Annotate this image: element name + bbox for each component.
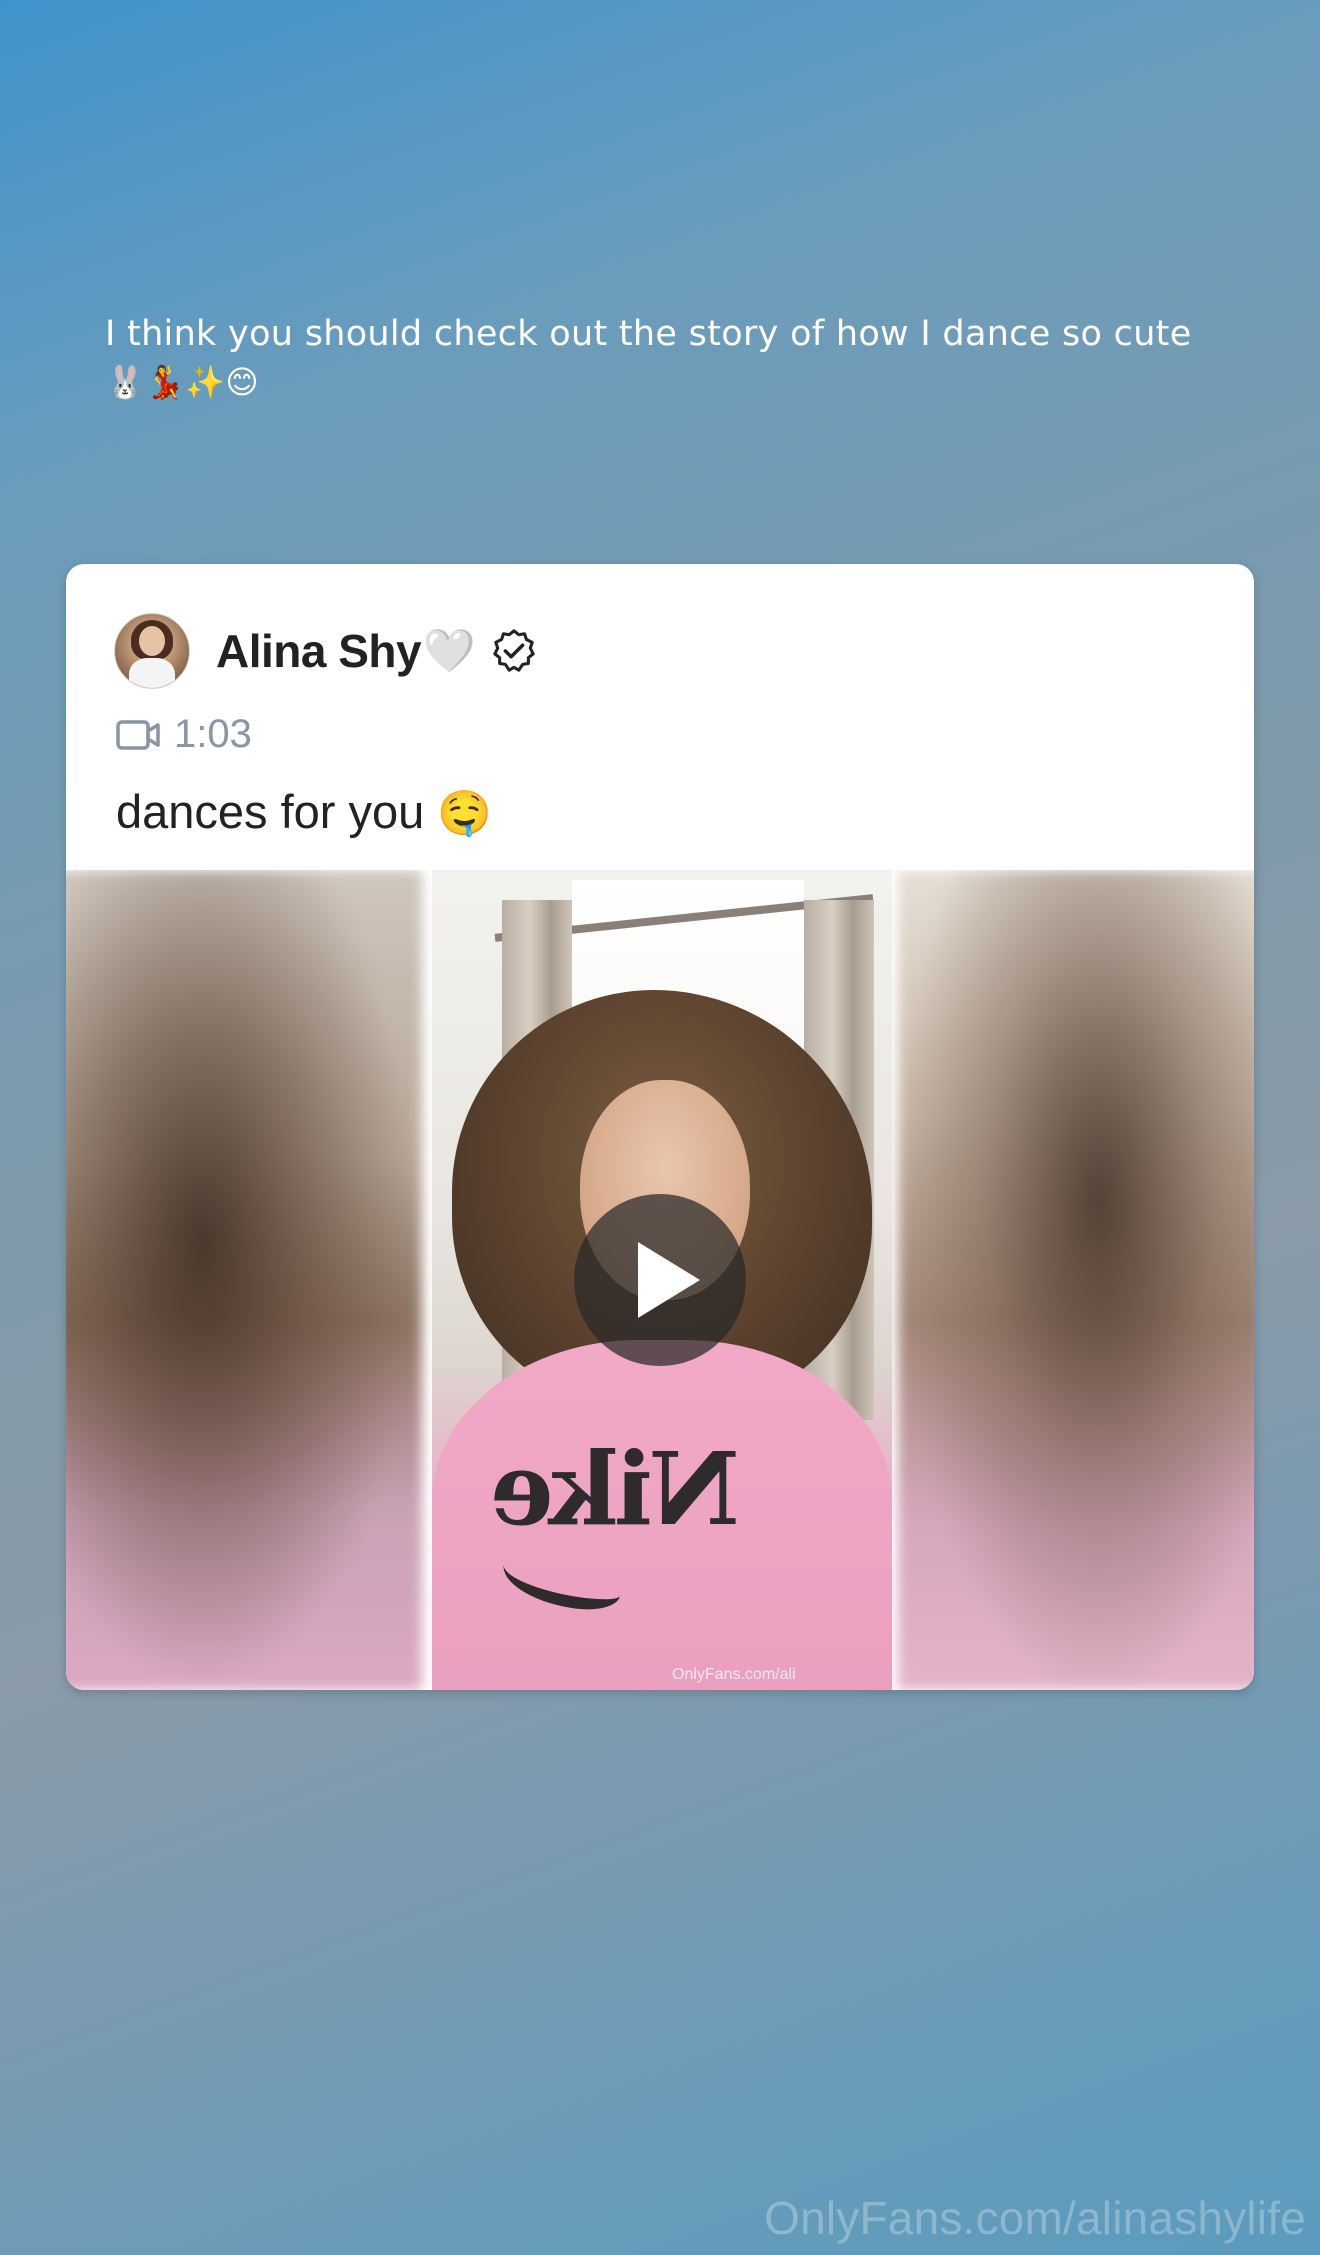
post-text-emoji: 🤤	[437, 789, 493, 838]
verified-badge-icon	[493, 629, 536, 672]
play-icon	[638, 1242, 700, 1318]
shirt-graphic: Nike	[493, 1430, 740, 1548]
story-caption-emojis: 🐰💃✨😊	[105, 363, 260, 401]
story-caption: I think you should check out the story o…	[105, 310, 1225, 406]
play-button[interactable]	[574, 1194, 746, 1366]
story-caption-text: I think you should check out the story o…	[105, 314, 1192, 354]
post-text-body: dances for you	[116, 785, 425, 838]
shared-post-card[interactable]: Alina Shy 🤍 1:03 dances for you 🤤 Nike O…	[66, 564, 1254, 1690]
video-preview[interactable]: Nike OnlyFans.com/ali	[66, 870, 1254, 1690]
author-name[interactable]: Alina Shy	[216, 624, 422, 678]
video-watermark: OnlyFans.com/ali	[672, 1666, 796, 1683]
page-watermark: OnlyFans.com/alinashylife	[764, 2192, 1306, 2244]
post-meta: 1:03	[116, 712, 252, 757]
avatar[interactable]	[114, 613, 190, 689]
post-header: Alina Shy 🤍	[114, 613, 537, 689]
video-duration: 1:03	[174, 712, 252, 756]
blurred-background-right	[898, 870, 1254, 1690]
post-text: dances for you 🤤	[116, 784, 492, 839]
blurred-background-left	[66, 870, 422, 1690]
heart-emoji: 🤍	[423, 626, 476, 675]
video-camera-icon	[116, 719, 160, 750]
